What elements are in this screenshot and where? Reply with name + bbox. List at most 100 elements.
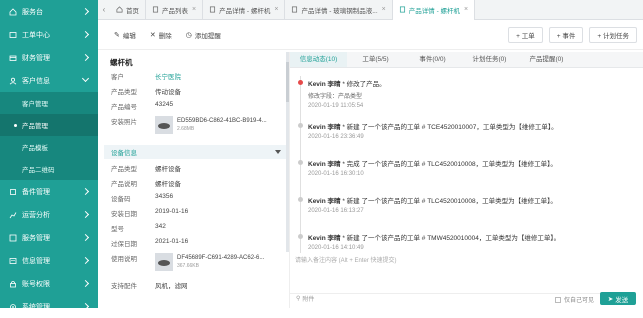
photo-thumbnail[interactable]: [155, 116, 173, 134]
sidebar-item-analytics[interactable]: 运营分析: [0, 203, 98, 226]
sidebar-item-label: 运营分析: [22, 211, 50, 219]
timeline-dot-icon: [298, 234, 303, 239]
file-size: 367.66KB: [177, 263, 199, 269]
field-label: 产品类型: [111, 89, 137, 96]
close-icon[interactable]: ×: [274, 6, 278, 13]
ticket-icon: [8, 30, 17, 39]
field-value: 螺杆设备: [155, 166, 181, 173]
sidebar-item-account[interactable]: 账号权限: [0, 272, 98, 295]
sidebar-item-service[interactable]: 服务管理: [0, 226, 98, 249]
field-label: 安装照片: [111, 119, 137, 126]
checkbox-label: 仅自己可见: [563, 298, 594, 304]
timeline-time: 2020-01-19 11:05:54: [308, 103, 364, 109]
sidebar-item-label: 财务管理: [22, 54, 50, 62]
sidebar-item-finance[interactable]: 财务管理: [0, 46, 98, 69]
field-product-type: 产品类型 传动设备: [104, 86, 289, 101]
activity-panel: 信息动态(10) 工单(5/5) 事件(0/0) 计划任务(0) 产品提醒(0)…: [289, 52, 643, 308]
tab-bar: ‹ 首页 产品列表 × 产品详情 - 螺杆机 × 产品详情 - 玻璃钢制品液..…: [98, 0, 643, 20]
tab-product-list[interactable]: 产品列表 ×: [146, 0, 204, 20]
customer-link[interactable]: 长宁医院: [155, 71, 181, 81]
close-icon[interactable]: ×: [382, 6, 386, 13]
tab-label: 产品列表: [162, 7, 188, 15]
field-value: 2021-01-16: [155, 238, 189, 245]
sidebar-item-label: 服务台: [22, 8, 43, 16]
timeline-user[interactable]: Kevin 李晴: [308, 161, 341, 168]
tab-activity[interactable]: 信息动态(10): [290, 52, 347, 67]
add-event-button[interactable]: + 事件: [548, 27, 584, 43]
spare-icon: [8, 187, 17, 196]
timeline-user[interactable]: Kevin 李晴: [308, 198, 341, 205]
sidebar-subitem-product-qrcode[interactable]: 产品二维码: [0, 158, 98, 180]
field-device-type: 产品类型 螺杆设备: [104, 163, 289, 178]
sidebar-item-info[interactable]: 信息管理: [0, 249, 98, 272]
sidebar-item-label: 工单中心: [22, 31, 50, 39]
manual-attachment[interactable]: DF45689F-C691-4289-AC62-6... 367.66KB: [155, 253, 264, 271]
tab-label: 首页: [126, 7, 139, 15]
timeline-text: Kevin 李晴 * 修改了产品。: [308, 78, 643, 88]
add-reminder-button[interactable]: ◷ 添加提醒: [186, 30, 221, 40]
timeline-dot-icon: [298, 197, 303, 202]
tab-product-detail-screw-1[interactable]: 产品详情 - 螺杆机 ×: [203, 0, 286, 20]
sidebar-subitem-product-template[interactable]: 产品模板: [0, 136, 98, 158]
sidebar-item-system[interactable]: 系统管理: [0, 295, 98, 318]
timeline-user[interactable]: Kevin 李晴: [308, 124, 341, 131]
activity-timeline: Kevin 李晴 * 修改了产品。 修改字段：产品类型 2020-01-19 1…: [290, 68, 643, 253]
finance-icon: [8, 53, 17, 62]
field-label: 产品说明: [111, 181, 137, 188]
chevron-left-icon[interactable]: ‹: [98, 5, 110, 14]
tab-product-detail-fiberglass[interactable]: 产品详情 - 玻璃钢制品液... ×: [285, 0, 393, 20]
comment-footer: ⚲ 附件 仅自己可见 ➤ 发送: [290, 288, 643, 308]
delete-button[interactable]: ✕ 删除: [150, 30, 172, 40]
checkbox-icon: [554, 296, 561, 303]
chevron-right-icon: [81, 256, 90, 265]
field-label: 产品编号: [111, 104, 137, 111]
chevron-right-icon: [81, 233, 90, 242]
sidebar-item-spare-parts[interactable]: 备件管理: [0, 180, 98, 203]
field-label: 支持配件: [111, 283, 137, 290]
close-icon[interactable]: ×: [464, 6, 468, 13]
field-label: 型号: [111, 226, 124, 233]
timeline-user[interactable]: Kevin 李晴: [308, 235, 341, 242]
tab-reminders[interactable]: 产品提醒(0): [518, 52, 575, 67]
send-label: 发送: [615, 296, 629, 304]
tab-home[interactable]: 首页: [110, 0, 146, 20]
edit-button[interactable]: ✎ 编辑: [114, 30, 136, 40]
document-icon: [399, 6, 406, 13]
tab-plans[interactable]: 计划任务(0): [461, 52, 518, 67]
sidebar-item-customer-info[interactable]: 客户信息: [0, 69, 98, 92]
field-value: 传动设备: [155, 89, 181, 96]
tab-label: 产品详情 - 螺杆机: [219, 7, 271, 15]
field-label: 产品类型: [111, 166, 137, 173]
comment-input[interactable]: 请输入备注内容 (Alt + Enter 快速提交): [295, 255, 397, 264]
sidebar-item-ticket-center[interactable]: 工单中心: [0, 23, 98, 46]
attach-label: 附件: [302, 296, 315, 303]
sidebar-item-service-desk[interactable]: 服务台: [0, 0, 98, 23]
home-icon: [116, 6, 123, 13]
add-ticket-button[interactable]: + 工单: [508, 27, 543, 43]
timeline-user[interactable]: Kevin 李晴: [308, 81, 341, 88]
close-icon[interactable]: ×: [192, 6, 196, 13]
clock-icon: ◷: [185, 31, 192, 39]
timeline-text: Kevin 李晴 * 完成 了一个该产品的工单 # TLC4520010008，…: [308, 158, 643, 168]
manual-thumbnail[interactable]: [155, 253, 173, 271]
sidebar-subitem-customer-management[interactable]: 客户管理: [0, 92, 98, 114]
active-dot-icon: [14, 123, 17, 127]
tab-tickets[interactable]: 工单(5/5): [347, 52, 404, 67]
private-checkbox[interactable]: 仅自己可见: [554, 295, 594, 304]
photo-attachment[interactable]: ED559BD6-C862-41BC-B919-4... 2.68MB: [155, 116, 267, 134]
info-icon: [8, 256, 17, 265]
device-info-section[interactable]: 设备信息: [104, 145, 289, 159]
field-customer: 客户 长宁医院: [104, 71, 289, 86]
field-device-code: 设备码 34356: [104, 193, 289, 208]
sidebar-subitem-product-management[interactable]: 产品管理: [0, 114, 98, 136]
field-value: 螺杆设备: [155, 181, 181, 188]
chevron-right-icon: [81, 30, 90, 39]
tab-product-detail-screw-2[interactable]: 产品详情 - 螺杆机 ×: [392, 0, 476, 20]
document-icon: [209, 6, 216, 13]
gear-icon: [8, 302, 17, 311]
tab-events[interactable]: 事件(0/0): [404, 52, 461, 67]
product-name: 螺杆机: [110, 58, 133, 67]
attach-button[interactable]: ⚲ 附件: [296, 294, 314, 303]
send-button[interactable]: ➤ 发送: [600, 292, 636, 305]
add-plan-button[interactable]: + 计划任务: [589, 27, 637, 43]
